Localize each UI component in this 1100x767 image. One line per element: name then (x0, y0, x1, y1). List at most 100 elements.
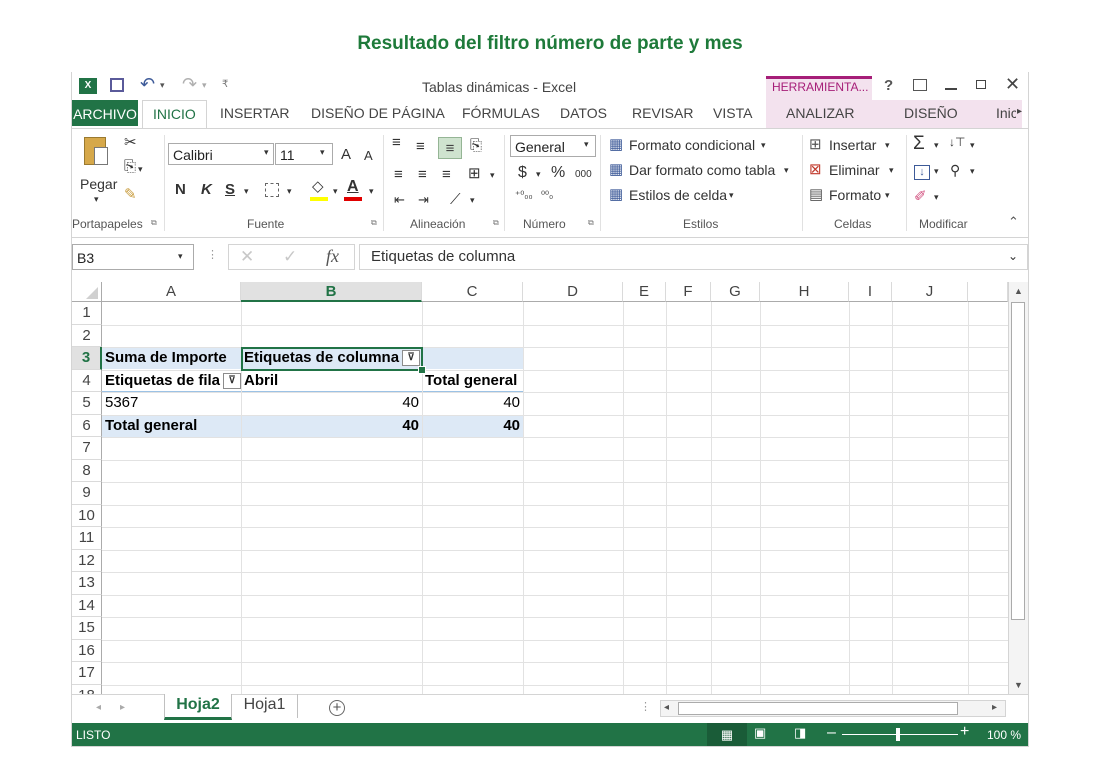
cell-a5[interactable]: 5367 (102, 392, 241, 414)
row-header[interactable]: 10 (72, 504, 102, 527)
fill-icon[interactable]: ↓ (914, 165, 930, 180)
delete-cells-icon[interactable]: ⊠ (809, 162, 822, 177)
fill-dropdown-icon[interactable]: ▾ (934, 167, 939, 176)
expand-formula-bar-icon[interactable]: ⌄ (1008, 250, 1018, 262)
format-dropdown-icon[interactable]: ▾ (885, 191, 890, 200)
cell-c4[interactable]: Total general (422, 370, 523, 392)
undo-icon[interactable]: ↶ (140, 74, 155, 95)
cancel-entry-icon[interactable]: ✕ (240, 248, 254, 265)
tab-archivo[interactable]: ARCHIVO (72, 100, 138, 126)
row-header[interactable]: 16 (72, 639, 102, 662)
undo-dropdown-icon[interactable]: ▾ (160, 80, 165, 91)
horizontal-scroll-thumb[interactable] (678, 702, 958, 715)
minimize-icon[interactable] (945, 88, 957, 90)
autosum-dropdown-icon[interactable]: ▾ (934, 141, 939, 150)
tab-insertar[interactable]: INSERTAR (220, 105, 290, 121)
tab-formulas[interactable]: FÓRMULAS (462, 105, 540, 121)
restore-icon[interactable] (976, 80, 986, 89)
hscroll-left-icon[interactable]: ◂ (664, 703, 669, 713)
borders-icon[interactable] (265, 183, 279, 197)
paste-dropdown-icon[interactable]: ▾ (94, 195, 99, 204)
cell-styles-button[interactable]: Estilos de celda (629, 187, 727, 203)
sheet-prev-icon[interactable]: ◂ (96, 703, 101, 713)
column-header-d[interactable]: D (523, 282, 623, 302)
find-select-dropdown-icon[interactable]: ▾ (970, 167, 975, 176)
increase-indent-icon[interactable]: ⇥ (418, 193, 429, 206)
cell-b5[interactable]: 40 (241, 392, 422, 414)
column-header-e[interactable]: E (623, 282, 666, 302)
user-account[interactable]: Inic (996, 105, 1016, 121)
percent-button[interactable]: % (551, 164, 565, 182)
wrap-text-icon[interactable]: ⎘ (470, 138, 482, 153)
column-header-g[interactable]: G (711, 282, 760, 302)
delete-button[interactable]: Eliminar (829, 162, 880, 178)
row-header[interactable]: 15 (72, 617, 102, 640)
numero-launcher-icon[interactable]: ⧉ (588, 219, 594, 227)
row-header[interactable]: 5 (72, 392, 102, 415)
cell-a4[interactable]: Etiquetas de fila ⊽ (102, 370, 241, 392)
merge-center-icon[interactable]: ⊞ (468, 166, 481, 181)
conditional-format-dropdown-icon[interactable]: ▾ (761, 141, 766, 150)
format-table-dropdown-icon[interactable]: ▾ (784, 166, 789, 175)
normal-view-button[interactable]: ▦ (707, 723, 747, 746)
cell-c5[interactable]: 40 (422, 392, 523, 414)
row-header[interactable]: 8 (72, 459, 102, 482)
align-bottom-icon[interactable]: ≡ (438, 137, 462, 159)
column-filter-icon[interactable]: ⊽ (402, 350, 421, 367)
find-select-icon[interactable]: ⚲ (950, 163, 960, 177)
sheet-tab-hoja1[interactable]: Hoja1 (232, 694, 298, 718)
currency-button[interactable]: $ (518, 164, 527, 182)
cell-styles-icon[interactable]: ▦ (609, 187, 623, 202)
tab-inicio[interactable]: INICIO (142, 100, 207, 129)
format-table-icon[interactable]: ▦ (609, 162, 623, 177)
merge-dropdown-icon[interactable]: ▾ (490, 171, 495, 180)
font-name-dropdown-icon[interactable]: ▾ (264, 148, 269, 157)
row-filter-icon[interactable]: ⊽ (223, 373, 241, 390)
increase-decimal-icon[interactable]: ⁺⁰₀₀ (515, 191, 533, 201)
tab-diseno[interactable]: DISEÑO (904, 105, 958, 121)
insert-dropdown-icon[interactable]: ▾ (885, 141, 890, 150)
zoom-in-button[interactable]: + (960, 723, 969, 741)
thousands-button[interactable]: 000 (575, 169, 592, 180)
fill-color-dropdown-icon[interactable]: ▾ (333, 187, 338, 196)
paste-button[interactable]: Pegar (80, 176, 117, 192)
tab-datos[interactable]: DATOS (560, 105, 607, 121)
copy-icon[interactable]: ⎘ (124, 159, 136, 174)
column-header-c[interactable]: C (422, 282, 523, 302)
collapse-ribbon-icon[interactable]: ⌃ (1008, 215, 1019, 228)
row-header[interactable]: 14 (72, 594, 102, 617)
column-header-b[interactable]: B (241, 282, 422, 302)
page-break-view-button[interactable]: ◨ (794, 725, 806, 741)
italic-button[interactable]: K (201, 181, 212, 198)
portapapeles-launcher-icon[interactable]: ⧉ (151, 219, 157, 227)
currency-dropdown-icon[interactable]: ▾ (536, 170, 541, 179)
row-header[interactable]: 2 (72, 324, 102, 347)
sheet-tab-hoja2[interactable]: Hoja2 (164, 694, 232, 720)
align-top-icon[interactable]: ≡ (392, 135, 401, 150)
name-box[interactable]: B3 (72, 244, 194, 270)
cell-b3[interactable]: Etiquetas de columna ⊽ (241, 347, 422, 369)
sheet-next-icon[interactable]: ▸ (120, 703, 125, 713)
row-header[interactable]: 12 (72, 549, 102, 572)
autosum-icon[interactable]: Σ (913, 134, 925, 153)
underline-button[interactable]: S (225, 181, 235, 198)
cell-styles-dropdown-icon[interactable]: ▾ (729, 191, 734, 200)
font-name-combo[interactable]: Calibri (168, 143, 274, 165)
column-header-j[interactable]: J (892, 282, 968, 302)
orientation-dropdown-icon[interactable]: ▾ (470, 196, 475, 205)
customize-qat-icon[interactable]: ₹ (222, 79, 228, 90)
tab-vista[interactable]: VISTA (713, 105, 752, 121)
column-header-a[interactable]: A (102, 282, 241, 302)
cell-b6[interactable]: 40 (241, 415, 422, 437)
row-header[interactable]: 13 (72, 572, 102, 595)
row-header[interactable]: 9 (72, 482, 102, 505)
sort-filter-dropdown-icon[interactable]: ▾ (970, 141, 975, 150)
insert-function-button[interactable]: fx (326, 246, 339, 267)
row-header[interactable]: 1 (72, 302, 102, 325)
font-color-button[interactable]: A (347, 178, 359, 196)
vertical-scroll-thumb[interactable] (1011, 302, 1025, 620)
row-header[interactable]: 4 (72, 369, 102, 392)
redo-dropdown-icon[interactable]: ▾ (202, 80, 207, 91)
format-table-button[interactable]: Dar formato como tabla (629, 162, 775, 178)
clear-dropdown-icon[interactable]: ▾ (934, 193, 939, 202)
